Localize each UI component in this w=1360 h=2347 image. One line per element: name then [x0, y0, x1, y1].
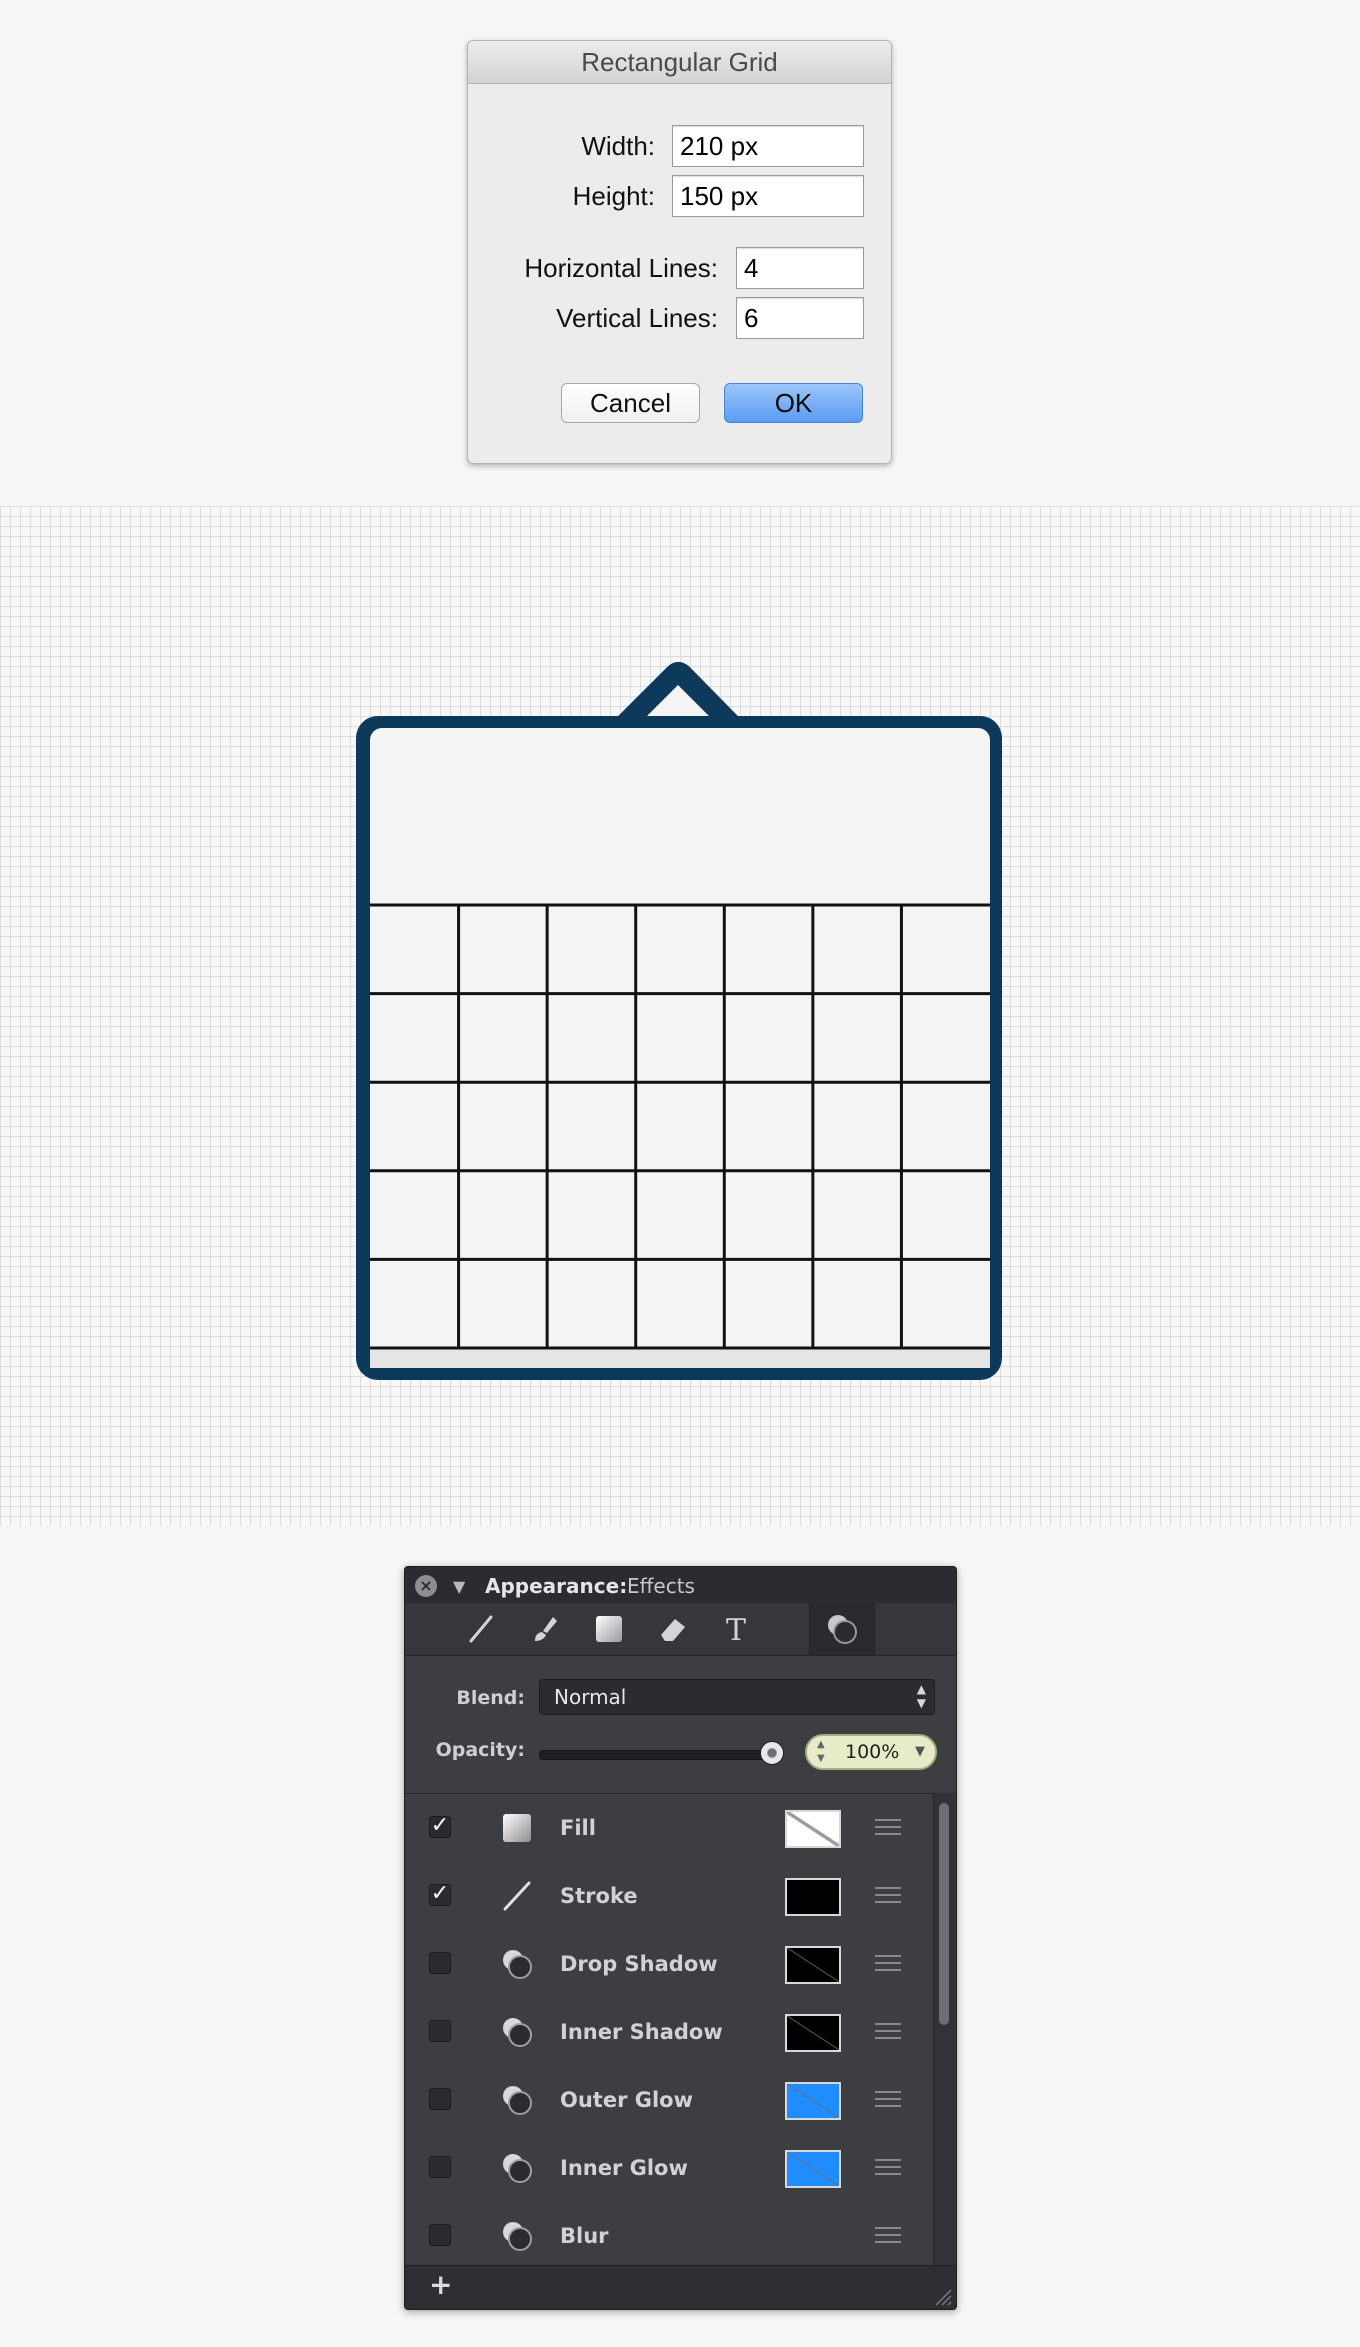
- blend-label: Blend:: [456, 1687, 525, 1709]
- effect-label: Drop Shadow: [560, 1952, 718, 1976]
- stepper-icon[interactable]: ▲ ▼: [817, 1738, 825, 1766]
- add-effect-button[interactable]: +: [429, 2268, 452, 2301]
- effect-color-swatch[interactable]: [785, 1946, 841, 1984]
- vertical-lines-field[interactable]: 6: [736, 297, 864, 339]
- effects-list: ✓ Fill ✓ Stroke Drop Shadow Inner Shadow Outer…: [405, 1793, 933, 2271]
- effect-color-swatch[interactable]: [785, 2014, 841, 2052]
- effect-checkbox[interactable]: [429, 2020, 451, 2042]
- opacity-field[interactable]: ▲ ▼ 100% ▼: [805, 1734, 937, 1770]
- effect-row[interactable]: Blur: [405, 2202, 933, 2271]
- calendar-illustration: [356, 662, 1002, 1380]
- drag-handle-icon[interactable]: [875, 2091, 901, 2109]
- effect-label: Outer Glow: [560, 2088, 694, 2112]
- glow-icon: [501, 2084, 533, 2116]
- opacity-slider-knob[interactable]: [760, 1741, 784, 1765]
- panel-subtitle: Effects: [627, 1574, 695, 1598]
- shape-tool-icon[interactable]: [577, 1603, 641, 1655]
- horizontal-lines-field[interactable]: 4: [736, 247, 864, 289]
- effect-color-swatch[interactable]: [785, 1878, 841, 1916]
- effect-row[interactable]: ✓ Stroke: [405, 1862, 933, 1931]
- cancel-button[interactable]: Cancel: [561, 383, 700, 423]
- effect-checkbox[interactable]: [429, 2224, 451, 2246]
- stroke-icon: [501, 1880, 533, 1912]
- effect-row[interactable]: Drop Shadow: [405, 1930, 933, 1999]
- effect-row[interactable]: ✓ Fill: [405, 1794, 933, 1863]
- effect-checkbox[interactable]: ✓: [429, 1883, 451, 1906]
- appearance-panel: × ▼ Appearance: Effects T Blend: Normal …: [404, 1566, 957, 2310]
- height-field[interactable]: 150 px: [672, 175, 864, 217]
- width-field[interactable]: 210 px: [672, 125, 864, 167]
- calendar-body: [370, 728, 990, 1368]
- svg-text:T: T: [726, 1613, 746, 1645]
- effect-checkbox[interactable]: [429, 1952, 451, 1974]
- effect-label: Inner Glow: [560, 2156, 688, 2180]
- eraser-tool-icon[interactable]: [641, 1603, 705, 1655]
- height-label: Height:: [572, 181, 655, 211]
- vertical-lines-label: Vertical Lines:: [556, 303, 718, 333]
- effect-label: Inner Shadow: [560, 2020, 723, 2044]
- effect-label: Fill: [560, 1816, 596, 1840]
- opacity-slider-track[interactable]: [539, 1750, 773, 1760]
- drag-handle-icon[interactable]: [875, 1955, 901, 1973]
- opacity-label: Opacity:: [435, 1739, 525, 1761]
- effect-checkbox[interactable]: [429, 2156, 451, 2178]
- effect-checkbox[interactable]: ✓: [429, 1815, 451, 1838]
- text-tool-icon[interactable]: T: [705, 1603, 769, 1655]
- dialog-title: Rectangular Grid: [468, 41, 891, 84]
- shadow-icon: [501, 2016, 533, 2048]
- effects-tool-icon[interactable]: [809, 1603, 875, 1655]
- appearance-toolbar: T: [405, 1603, 956, 1656]
- blend-mode-value: Normal: [554, 1685, 627, 1709]
- shadow-icon: [501, 1948, 533, 1980]
- effect-label: Blur: [560, 2224, 609, 2248]
- resize-grip-icon[interactable]: [932, 2286, 952, 2306]
- drag-handle-icon[interactable]: [875, 2023, 901, 2041]
- width-label: Width:: [581, 131, 655, 161]
- line-tool-icon[interactable]: [449, 1603, 513, 1655]
- panel-titlebar: × ▼ Appearance: Effects: [405, 1567, 956, 1603]
- drag-handle-icon[interactable]: [875, 1819, 901, 1837]
- effect-color-swatch[interactable]: [785, 2150, 841, 2188]
- glow-icon: [501, 2152, 533, 2184]
- chevron-down-icon[interactable]: ▼: [915, 1736, 925, 1768]
- effect-row[interactable]: Inner Shadow: [405, 1998, 933, 2067]
- brush-tool-icon[interactable]: [513, 1603, 577, 1655]
- horizontal-lines-label: Horizontal Lines:: [524, 253, 718, 283]
- fill-icon: [501, 1812, 533, 1844]
- artboard-canvas[interactable]: [0, 506, 1360, 1526]
- panel-footer: +: [405, 2265, 956, 2309]
- blur-icon: [501, 2220, 533, 2252]
- calendar-bottom-strip: [370, 1348, 990, 1368]
- effect-row[interactable]: Outer Glow: [405, 2066, 933, 2135]
- rectangular-grid-dialog: Rectangular Grid Width: 210 px Height: 1…: [467, 40, 892, 464]
- effect-label: Stroke: [560, 1884, 638, 1908]
- ok-button[interactable]: OK: [724, 383, 863, 423]
- opacity-value: 100%: [845, 1741, 900, 1763]
- drag-handle-icon[interactable]: [875, 2227, 901, 2245]
- panel-title: Appearance:: [485, 1574, 628, 1598]
- effect-checkbox[interactable]: [429, 2088, 451, 2110]
- blend-mode-select[interactable]: Normal ▲ ▼: [539, 1679, 935, 1715]
- effect-color-swatch[interactable]: [785, 1810, 841, 1848]
- drag-handle-icon[interactable]: [875, 2159, 901, 2177]
- collapse-triangle-icon[interactable]: ▼: [453, 1577, 465, 1596]
- select-arrows-icon: ▲ ▼: [916, 1682, 926, 1710]
- effect-row[interactable]: Inner Glow: [405, 2134, 933, 2203]
- effect-color-swatch[interactable]: [785, 2082, 841, 2120]
- close-icon[interactable]: ×: [415, 1575, 437, 1597]
- scrollbar-thumb[interactable]: [939, 1803, 949, 2025]
- drag-handle-icon[interactable]: [875, 1887, 901, 1905]
- effects-scrollbar[interactable]: [933, 1793, 956, 2265]
